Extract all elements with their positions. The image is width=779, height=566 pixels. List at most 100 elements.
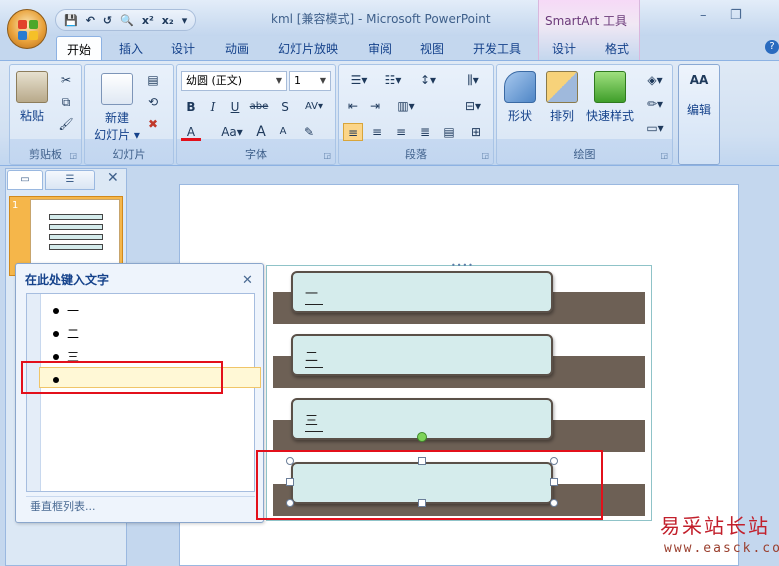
subscript-icon[interactable]: x₂ — [162, 14, 174, 27]
new-slide-icon — [101, 73, 133, 105]
align-text-icon[interactable]: ⊟▾ — [459, 97, 487, 115]
numbering-icon[interactable]: ☷▾ — [377, 71, 409, 89]
tab-review[interactable]: 审阅 — [368, 40, 392, 57]
shrink-font-button[interactable]: A — [273, 123, 293, 141]
group-label-paragraph: 段落 — [405, 148, 427, 161]
columns-icon[interactable]: ▥▾ — [391, 97, 421, 115]
shapes-button[interactable]: 形状 — [503, 71, 537, 124]
shape-text: 三 — [305, 414, 319, 429]
help-icon[interactable]: ? — [765, 40, 779, 54]
clipboard-launcher-icon[interactable]: ◲ — [69, 151, 77, 160]
reset-icon[interactable]: ⟲ — [143, 93, 163, 111]
text-pane-close-icon[interactable]: ✕ — [242, 273, 253, 288]
line-spacing-icon[interactable]: ↕▾ — [413, 71, 443, 89]
highlight-box-smartart — [256, 450, 603, 520]
cut-icon[interactable]: ✂ — [56, 71, 76, 89]
tab-smartart-design[interactable]: 设计 — [552, 40, 576, 57]
quick-styles-button[interactable]: 快速样式 — [583, 71, 637, 124]
tab-design[interactable]: 设计 — [171, 40, 195, 57]
office-button[interactable] — [7, 9, 47, 49]
tab-insert[interactable]: 插入 — [119, 40, 143, 57]
layout-name-link[interactable]: 垂直框列表... — [26, 496, 255, 516]
save-icon[interactable]: 💾 — [64, 14, 78, 27]
restore-button[interactable]: ❐ — [730, 8, 742, 23]
paragraph-launcher-icon[interactable]: ◲ — [481, 151, 489, 160]
editing-button[interactable]: AA 编辑 — [683, 73, 715, 118]
shadow-button[interactable]: S — [275, 98, 295, 116]
rotation-handle[interactable] — [417, 432, 427, 442]
bullets-icon[interactable]: ☰▾ — [343, 71, 375, 89]
shape-outline-icon[interactable]: ✏▾ — [641, 95, 669, 113]
print-preview-icon[interactable]: 🔍 — [120, 14, 134, 27]
tab-slideshow[interactable]: 幻灯片放映 — [278, 40, 338, 57]
change-case-button[interactable]: Aa▾ — [217, 123, 247, 141]
strikethrough-button[interactable]: abe — [249, 98, 269, 116]
top-handle-dots[interactable]: •••• — [451, 261, 474, 270]
char-spacing-button[interactable]: AV▾ — [299, 98, 329, 116]
thumb-bar — [49, 234, 103, 240]
font-size-select[interactable]: 1 ▼ — [289, 71, 331, 91]
italic-button[interactable]: I — [203, 98, 223, 116]
copy-icon[interactable]: ⧉ — [56, 93, 76, 111]
grow-font-button[interactable]: A — [251, 123, 271, 141]
align-center-icon[interactable]: ≡ — [367, 123, 387, 141]
align-left-icon[interactable]: ≡ — [343, 123, 363, 141]
shapes-label: 形状 — [507, 109, 532, 123]
arrange-icon — [546, 71, 578, 103]
tab-animations[interactable]: 动画 — [225, 40, 249, 57]
shape-effects-icon[interactable]: ▭▾ — [641, 119, 669, 137]
justify-icon[interactable]: ≣ — [415, 123, 435, 141]
paste-button[interactable]: 粘贴 — [16, 71, 48, 124]
text-pane-item[interactable]: 一 — [53, 302, 79, 319]
group-editing[interactable]: AA 编辑 — [678, 64, 720, 165]
smartart-shape-2[interactable]: 二 — [291, 334, 553, 376]
smartart-shape-1[interactable]: 一 — [291, 271, 553, 313]
superscript-icon[interactable]: x² — [142, 14, 154, 27]
slide-thumbnail[interactable] — [30, 199, 120, 273]
new-slide-button[interactable]: 新建 幻灯片 ▾ — [89, 73, 145, 143]
text-pane-item[interactable]: 二 — [53, 325, 79, 342]
tab-home[interactable]: 开始 — [56, 36, 103, 61]
shapes-icon — [504, 71, 536, 103]
new-slide-label-line2: 幻灯片 ▾ — [94, 128, 140, 142]
format-painter-icon[interactable]: 🖌 — [56, 115, 76, 133]
align-right-icon[interactable]: ≡ — [391, 123, 411, 141]
slides-pane-close-icon[interactable]: ✕ — [107, 170, 119, 186]
minimize-button[interactable]: – — [700, 8, 707, 23]
smartart-tools-label: SmartArt 工具 — [545, 14, 627, 28]
text-underline — [305, 367, 323, 368]
increase-indent-icon[interactable]: ⇥ — [365, 97, 385, 115]
layout-icon[interactable]: ▤ — [143, 71, 163, 89]
shape-fill-icon[interactable]: ◈▾ — [641, 71, 669, 89]
convert-smartart-icon[interactable]: ⊞ — [465, 123, 487, 141]
quick-access-toolbar: 💾 ↶ ↺ 🔍 x² x₂ ▾ — [55, 9, 197, 31]
delete-slide-icon[interactable]: ✖ — [143, 115, 163, 133]
font-launcher-icon[interactable]: ◲ — [323, 151, 331, 160]
group-label-drawing: 绘图 — [573, 148, 596, 161]
bullet-icon — [53, 353, 59, 360]
title-bar: 💾 ↶ ↺ 🔍 x² x₂ ▾ SmartArt 工具 kml [兼容模式] -… — [0, 0, 779, 60]
arrange-button[interactable]: 排列 — [545, 71, 579, 124]
group-label-slides: 幻灯片 — [112, 148, 146, 161]
undo-icon[interactable]: ↶ — [86, 14, 95, 27]
tab-smartart-format[interactable]: 格式 — [605, 40, 629, 57]
underline-button[interactable]: U — [225, 98, 245, 116]
font-color-button[interactable]: A — [181, 123, 201, 141]
tab-developer[interactable]: 开发工具 — [473, 40, 521, 57]
customize-qat-icon[interactable]: ▾ — [182, 14, 188, 27]
drawing-launcher-icon[interactable]: ◲ — [660, 151, 668, 160]
watermark-logo: 易采站长站 — [660, 514, 770, 538]
decrease-indent-icon[interactable]: ⇤ — [343, 97, 363, 115]
bold-button[interactable]: B — [181, 98, 201, 116]
text-direction-icon[interactable]: ⫼▾ — [459, 71, 487, 89]
tab-view[interactable]: 视图 — [420, 40, 444, 57]
bullet-icon — [53, 307, 59, 314]
tab-outline-icon[interactable]: ☰ — [45, 170, 95, 190]
tab-slides-icon[interactable]: ▭ — [7, 170, 43, 190]
redo-icon[interactable]: ↺ — [103, 14, 112, 27]
distribute-icon[interactable]: ▤ — [439, 123, 459, 141]
clear-format-button[interactable]: ✎ — [299, 123, 319, 141]
text-underline — [305, 431, 323, 432]
font-name-select[interactable]: 幼圆 (正文) ▼ — [181, 71, 287, 91]
paste-label: 粘贴 — [19, 109, 44, 123]
